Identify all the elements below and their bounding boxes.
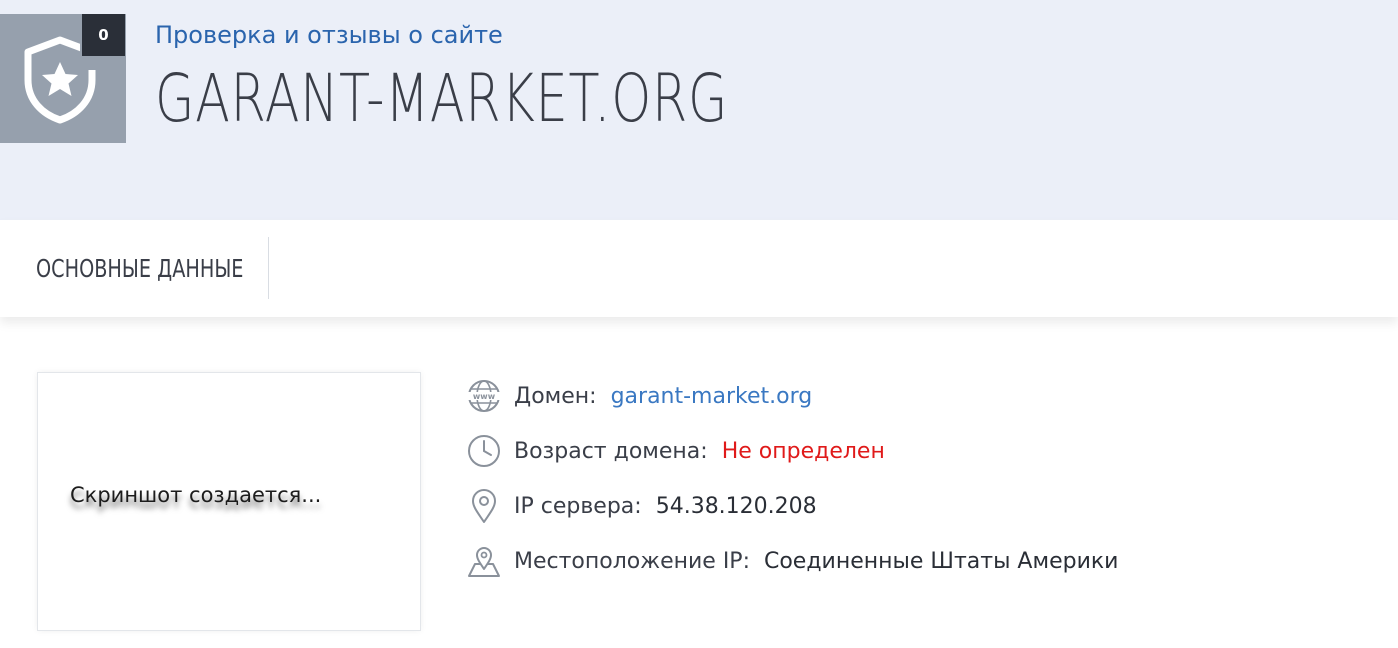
- ip-value: 54.38.120.208: [655, 493, 817, 519]
- ip-location-value: Соединенные Штаты Америки: [763, 548, 1119, 574]
- page-title: GARANT-MARKET.ORG: [155, 60, 729, 137]
- domain-age-label: Возраст домена:: [514, 438, 708, 464]
- domain-age-value: Не определен: [721, 438, 885, 464]
- info-row-location: Местоположение IP: Соединенные Штаты Аме…: [466, 541, 1118, 581]
- ip-location-label: Местоположение IP:: [514, 548, 750, 574]
- site-screenshot-placeholder: Скриншот создается...: [37, 372, 421, 631]
- site-header: 0 Проверка и отзывы о сайте GARANT-MARKE…: [0, 0, 1398, 220]
- review-count-badge: 0: [82, 14, 125, 56]
- ip-label: IP сервера:: [514, 493, 642, 519]
- svg-text:www: www: [473, 392, 496, 401]
- page-subtitle: Проверка и отзывы о сайте: [155, 21, 503, 49]
- screenshot-status-text: Скриншот создается...: [70, 483, 322, 507]
- location-pin-icon: [466, 488, 502, 524]
- www-globe-icon: www: [466, 378, 502, 414]
- domain-link[interactable]: garant-market.org: [611, 384, 813, 409]
- info-row-ip: IP сервера: 54.38.120.208: [466, 486, 817, 526]
- info-row-age: Возраст домена: Не определен: [466, 431, 885, 471]
- info-row-domain: www Домен: garant-market.org: [466, 376, 812, 416]
- domain-label: Домен:: [514, 383, 597, 409]
- tabs-bar: ОСНОВНЫЕ ДАННЫЕ: [0, 220, 1398, 317]
- clock-icon: [466, 433, 502, 469]
- map-pin-icon: [466, 543, 502, 579]
- tab-main-data[interactable]: ОСНОВНЫЕ ДАННЫЕ: [36, 220, 243, 317]
- tab-divider: [268, 237, 269, 299]
